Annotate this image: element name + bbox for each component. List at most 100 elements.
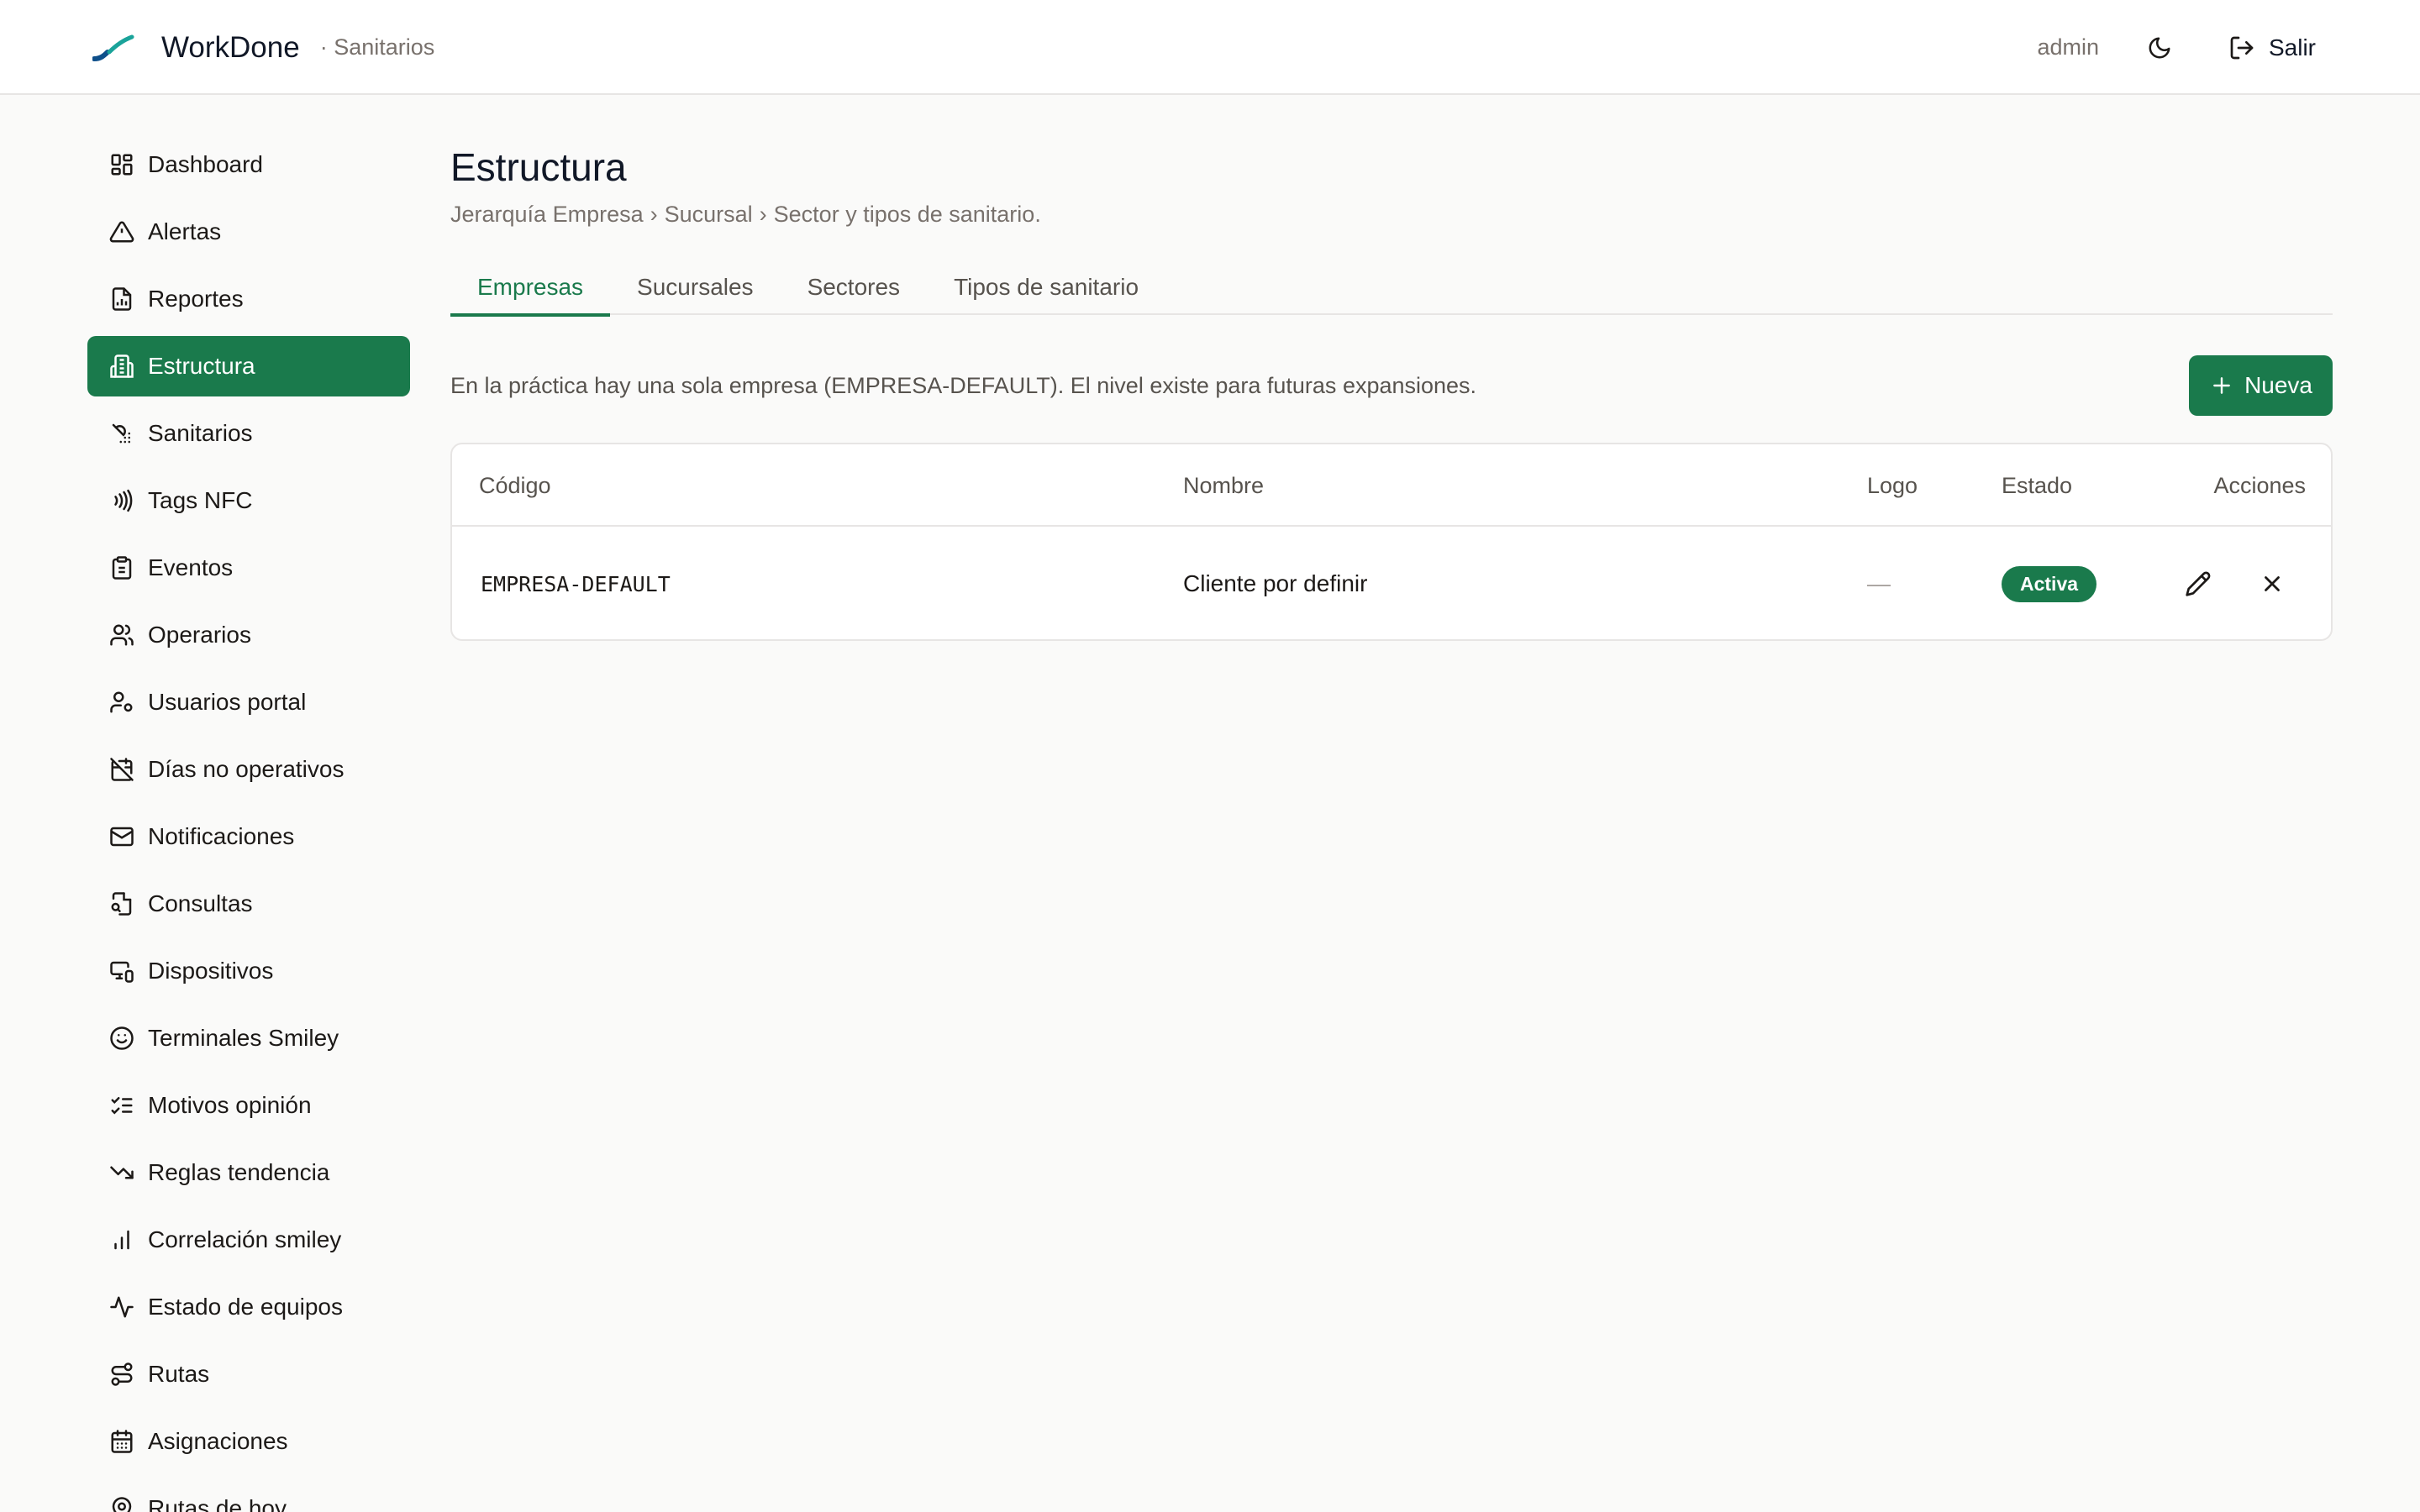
brand[interactable]: WorkDone · Sanitarios xyxy=(92,0,434,95)
top-bar: WorkDone · Sanitarios admin Salir xyxy=(0,0,2420,95)
companies-table: Código Nombre Logo Estado Acciones EMPRE… xyxy=(450,443,2333,641)
theme-toggle-button[interactable] xyxy=(2136,24,2183,71)
sidebar-item-correlacion-smiley[interactable]: Correlación smiley xyxy=(87,1210,410,1270)
cell-estado: Activa xyxy=(2002,527,2097,639)
sidebar-item-label: Eventos xyxy=(148,554,234,580)
sidebar-item-eventos[interactable]: Eventos xyxy=(87,538,410,598)
alert-triangle-icon xyxy=(108,218,136,246)
sidebar-item-reportes[interactable]: Reportes xyxy=(87,269,410,329)
sidebar-item-label: Reportes xyxy=(148,286,244,312)
column-header-nombre: Nombre xyxy=(1183,472,1265,498)
sidebar-item-sanitarios[interactable]: Sanitarios xyxy=(87,403,410,464)
sidebar-item-label: Usuarios portal xyxy=(148,689,307,715)
tab-sucursales[interactable]: Sucursales xyxy=(610,260,781,315)
sidebar-item-operarios[interactable]: Operarios xyxy=(87,605,410,665)
breadcrumb-item: Sector y tipos de sanitario. xyxy=(773,202,1041,227)
sidebar-item-label: Consultas xyxy=(148,890,253,916)
moon-icon xyxy=(2149,37,2170,58)
list-checks-icon xyxy=(108,1091,136,1120)
shower-icon xyxy=(108,419,136,448)
tab-tipos-de-sanitario[interactable]: Tipos de sanitario xyxy=(927,260,1165,315)
sidebar-item-label: Rutas de hoy xyxy=(148,1495,287,1512)
logout-button[interactable]: Salir xyxy=(2217,23,2328,73)
sidebar-item-label: Reglas tendencia xyxy=(148,1159,330,1185)
breadcrumb-separator: › xyxy=(650,202,658,227)
edit-button[interactable] xyxy=(2175,560,2222,607)
logout-label: Salir xyxy=(2268,34,2316,60)
sidebar-item-dispositivos[interactable]: Dispositivos xyxy=(87,941,410,1001)
workdone-logo-icon xyxy=(92,34,134,61)
plus-icon xyxy=(2213,377,2230,394)
close-icon xyxy=(2265,576,2280,591)
sidebar-item-estructura[interactable]: Estructura xyxy=(87,336,410,396)
sidebar-item-asignaciones[interactable]: Asignaciones xyxy=(87,1411,410,1472)
sidebar-item-alertas[interactable]: Alertas xyxy=(87,202,410,262)
sidebar: Dashboard Alertas Reportes Estructura Sa… xyxy=(87,134,410,1512)
sidebar-item-label: Correlación smiley xyxy=(148,1226,342,1252)
new-company-button[interactable]: Nueva xyxy=(2189,355,2333,416)
pencil-icon xyxy=(2186,571,2211,596)
sidebar-item-label: Días no operativos xyxy=(148,756,345,782)
calendar-off-icon xyxy=(108,755,136,784)
sidebar-item-label: Operarios xyxy=(148,622,251,648)
tab-bar: Empresas Sucursales Sectores Tipos de sa… xyxy=(450,260,2333,317)
users-icon xyxy=(108,621,136,649)
table-row: EMPRESA-DEFAULT Cliente por definir — Ac… xyxy=(452,527,2331,639)
user-cog-icon xyxy=(108,688,136,717)
sidebar-item-rutas[interactable]: Rutas xyxy=(87,1344,410,1404)
sidebar-item-notificaciones[interactable]: Notificaciones xyxy=(87,806,410,867)
layout-dashboard-icon xyxy=(108,150,136,179)
activity-icon xyxy=(108,1293,136,1321)
sidebar-item-dashboard[interactable]: Dashboard xyxy=(87,134,410,195)
cell-codigo: EMPRESA-DEFAULT xyxy=(481,571,671,596)
delete-button[interactable] xyxy=(2249,560,2296,607)
breadcrumb-separator: › xyxy=(759,202,767,227)
main-content: Estructura Jerarquía Empresa › Sucursal … xyxy=(450,134,2333,641)
sidebar-item-terminales-smiley[interactable]: Terminales Smiley xyxy=(87,1008,410,1068)
app-section: · Sanitarios xyxy=(319,34,435,60)
sidebar-item-label: Terminales Smiley xyxy=(148,1025,339,1051)
cell-nombre: Cliente por definir xyxy=(1183,570,1368,596)
sidebar-item-label: Estado de equipos xyxy=(148,1294,343,1320)
intro-row: En la práctica hay una sola empresa (EMP… xyxy=(450,355,2333,416)
cell-logo: — xyxy=(1867,570,1891,596)
column-header-acciones: Acciones xyxy=(2213,472,2306,498)
sidebar-item-label: Alertas xyxy=(148,218,222,244)
sidebar-item-tags-nfc[interactable]: Tags NFC xyxy=(87,470,410,531)
sidebar-item-motivos-opinion[interactable]: Motivos opinión xyxy=(87,1075,410,1136)
trending-down-icon xyxy=(108,1158,136,1187)
tab-sectores[interactable]: Sectores xyxy=(781,260,928,315)
route-icon xyxy=(108,1360,136,1389)
current-user: admin xyxy=(2037,34,2099,60)
bar-chart-icon xyxy=(108,1226,136,1254)
intro-text: En la práctica hay una sola empresa (EMP… xyxy=(450,372,1477,398)
page-title: Estructura xyxy=(450,145,627,189)
sidebar-item-consultas[interactable]: Consultas xyxy=(87,874,410,934)
new-button-label: Nueva xyxy=(2244,372,2312,398)
sidebar-item-dias-no-operativos[interactable]: Días no operativos xyxy=(87,739,410,800)
sidebar-item-rutas-de-hoy[interactable]: Rutas de hoy xyxy=(87,1478,410,1512)
sidebar-item-estado-de-equipos[interactable]: Estado de equipos xyxy=(87,1277,410,1337)
clipboard-icon xyxy=(108,554,136,582)
column-header-estado: Estado xyxy=(2002,472,2073,498)
map-pin-icon xyxy=(108,1494,136,1512)
report-file-icon xyxy=(108,285,136,313)
breadcrumb-item: Jerarquía Empresa xyxy=(450,202,644,227)
breadcrumb: Jerarquía Empresa › Sucursal › Sector y … xyxy=(450,202,2333,228)
cell-acciones xyxy=(2175,527,2296,639)
sidebar-item-reglas-tendencia[interactable]: Reglas tendencia xyxy=(87,1142,410,1203)
sidebar-item-label: Dashboard xyxy=(148,151,263,177)
devices-icon xyxy=(108,957,136,985)
sidebar-item-label: Tags NFC xyxy=(148,487,253,513)
mail-icon xyxy=(108,822,136,851)
sidebar-item-label: Estructura xyxy=(148,353,255,379)
breadcrumb-item: Sucursal xyxy=(664,202,753,227)
file-search-icon xyxy=(108,890,136,918)
tab-empresas[interactable]: Empresas xyxy=(450,260,611,317)
sidebar-item-label: Notificaciones xyxy=(148,823,295,849)
status-badge: Activa xyxy=(2002,565,2097,602)
sidebar-item-usuarios-portal[interactable]: Usuarios portal xyxy=(87,672,410,732)
table-header: Código Nombre Logo Estado Acciones xyxy=(452,444,2331,527)
header-actions: admin Salir xyxy=(2037,0,2328,95)
app-name: WorkDone xyxy=(161,30,300,64)
